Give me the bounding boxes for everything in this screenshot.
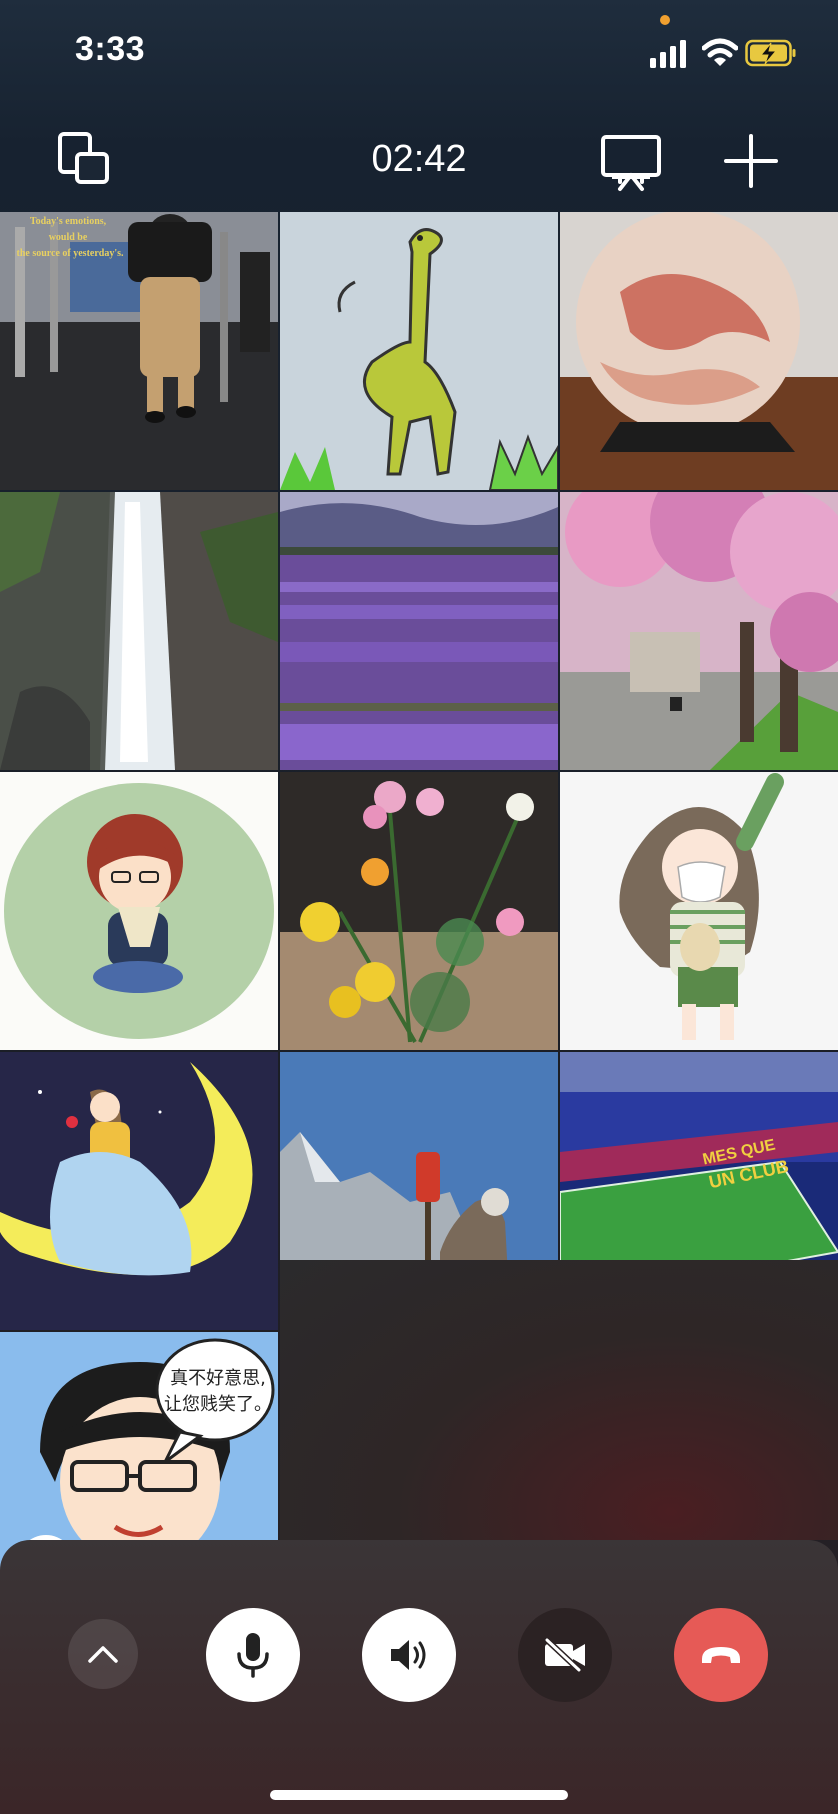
cellular-signal-icon bbox=[650, 40, 686, 68]
privacy-indicator-dot bbox=[660, 15, 670, 25]
microphone-icon bbox=[237, 1633, 269, 1678]
tile-caption-line-1: Today's emotions, bbox=[30, 216, 107, 227]
participant-tile-waterfall[interactable] bbox=[0, 492, 278, 770]
participant-tile-gym[interactable]: Today's emotions, would be the source of… bbox=[0, 212, 278, 490]
hang-up-icon bbox=[702, 1647, 740, 1663]
tile-caption-line-3: the source of yesterday's. bbox=[16, 248, 124, 259]
call-duration: 02:42 bbox=[371, 138, 467, 180]
screen-share-icon[interactable] bbox=[598, 132, 664, 192]
battery-charging-icon bbox=[745, 39, 796, 67]
expand-controls-button[interactable] bbox=[68, 1619, 138, 1689]
empty-grid-area bbox=[280, 1260, 838, 1540]
speaker-button[interactable] bbox=[362, 1608, 456, 1702]
participant-tile-moon-girl[interactable] bbox=[0, 1052, 278, 1330]
speaker-icon bbox=[391, 1640, 426, 1670]
home-indicator[interactable] bbox=[270, 1790, 568, 1800]
speech-bubble-line-1: 真不好意思, bbox=[170, 1368, 266, 1389]
participant-tile-lavender[interactable] bbox=[280, 492, 558, 770]
participant-tile-cherry-blossom[interactable] bbox=[560, 492, 838, 770]
tile-caption-line-2: would be bbox=[49, 232, 88, 243]
participant-tile-stone[interactable] bbox=[560, 212, 838, 490]
camera-off-icon bbox=[544, 1638, 585, 1672]
participant-tile-cartoon-girl[interactable] bbox=[560, 772, 838, 1050]
call-control-panel bbox=[0, 1540, 838, 1814]
status-time: 3:33 bbox=[75, 30, 146, 68]
participant-tile-giraffe[interactable] bbox=[280, 212, 558, 490]
call-header: 02:42 bbox=[0, 110, 838, 210]
status-bar: 3:33 bbox=[0, 0, 838, 100]
chevron-up-icon bbox=[88, 1646, 118, 1663]
participant-tile-cartoon-boy[interactable] bbox=[0, 772, 278, 1050]
plus-icon[interactable] bbox=[722, 132, 780, 190]
hang-up-button[interactable] bbox=[674, 1608, 768, 1702]
microphone-button[interactable] bbox=[206, 1608, 300, 1702]
participant-tile-flowers[interactable] bbox=[280, 772, 558, 1050]
camera-toggle-button[interactable] bbox=[518, 1608, 612, 1702]
wifi-icon bbox=[702, 38, 738, 66]
speech-bubble-line-2: 让您贱笑了。 bbox=[164, 1394, 272, 1415]
